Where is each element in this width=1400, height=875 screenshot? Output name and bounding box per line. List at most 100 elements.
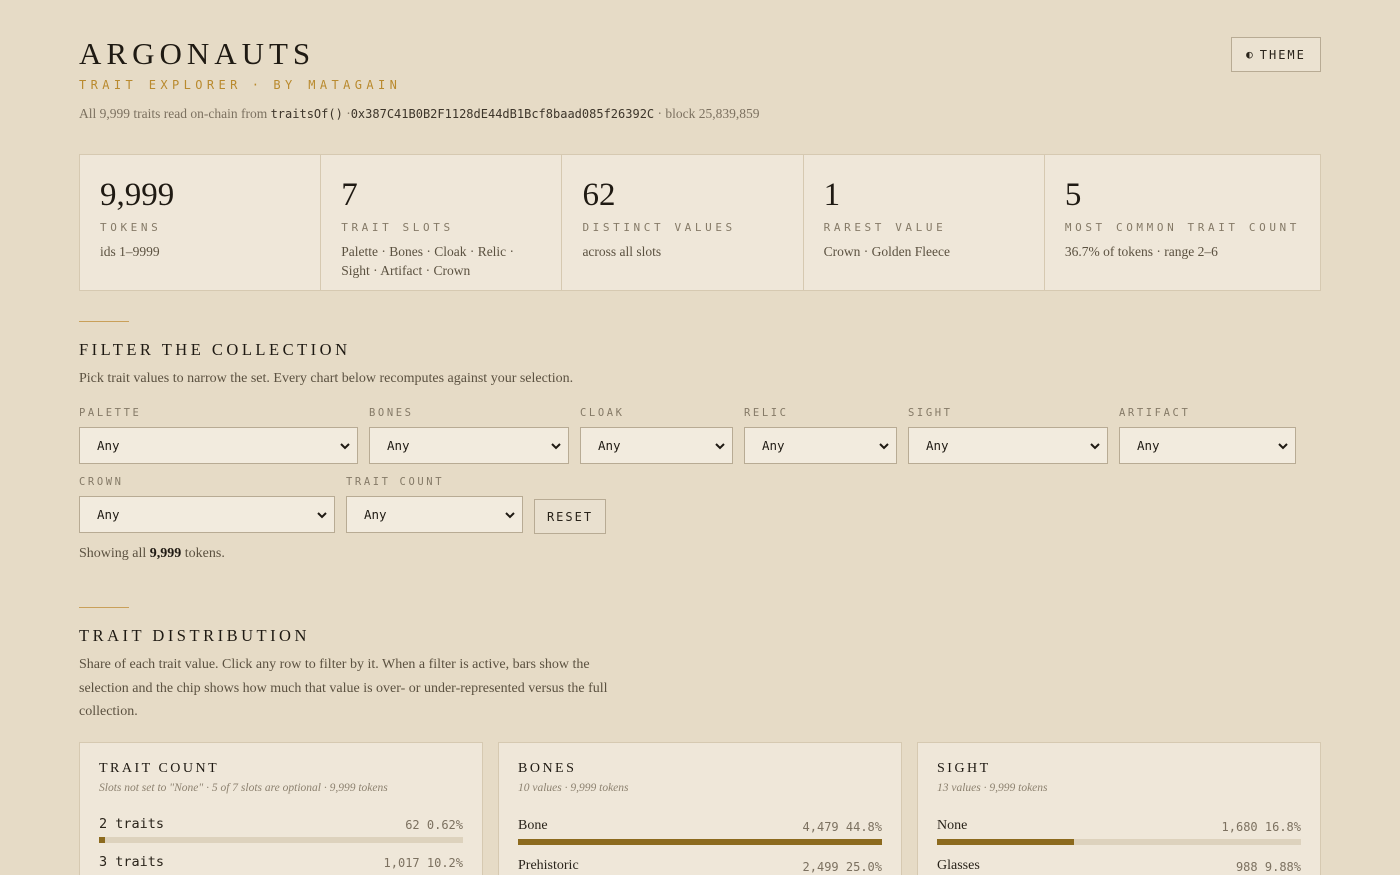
stat-value: 62	[582, 177, 616, 213]
stat-desc: Palette · Bones · Cloak · Relic · Sight …	[341, 244, 515, 278]
chevron-down-icon	[317, 512, 327, 519]
card-title: TRAIT COUNT	[99, 761, 220, 776]
filter-label-crown: CROWN	[79, 476, 124, 488]
select-value: Any	[97, 438, 120, 453]
bar-track	[99, 837, 463, 843]
showing-prefix: Showing all	[79, 546, 147, 561]
row-count: 988	[1235, 860, 1258, 874]
distribution-row[interactable]: 2 traits 62 0.62%	[99, 816, 463, 843]
filter-section-title: FILTER THE COLLECTION	[79, 340, 351, 359]
provenance-line: All 9,999 traits read on-chain from trai…	[79, 106, 760, 122]
filter-label-artifact: ARTIFACT	[1119, 407, 1191, 419]
row-value: 2,499 25.0%	[803, 860, 882, 874]
card-subtitle: Slots not set to "None" · 5 of 7 slots a…	[99, 782, 388, 794]
provenance-prefix: All 9,999 traits read on-chain from	[79, 106, 268, 121]
stat-desc: 36.7% of tokens · range 2–6	[1064, 244, 1218, 259]
provenance-block: · block 25,839,859	[657, 106, 760, 121]
bar-track	[518, 839, 882, 845]
bones-card: BONES 10 values · 9,999 tokens Bone 4,47…	[498, 742, 902, 875]
contract-address[interactable]: 0x387C41B0B2F1128dE44dB1Bcf8baad085f2639…	[351, 107, 654, 121]
stat-desc: Crown · Golden Fleece	[823, 244, 950, 259]
distribution-row[interactable]: 3 traits 1,017 10.2%	[99, 854, 463, 870]
chevron-down-icon	[340, 443, 350, 450]
stat-label: DISTINCT VALUES	[582, 221, 736, 234]
cloak-select[interactable]: Any	[580, 427, 733, 464]
section-divider	[79, 607, 129, 608]
filter-label-palette: PALETTE	[79, 407, 142, 419]
reset-button[interactable]: RESET	[534, 499, 606, 534]
filter-label-cloak: CLOAK	[580, 407, 625, 419]
select-value: Any	[926, 438, 949, 453]
row-count: 62	[405, 818, 420, 832]
theme-button-label: THEME	[1259, 47, 1306, 62]
showing-count: 9,999	[149, 546, 182, 561]
row-value: 62 0.62%	[405, 818, 463, 832]
chevron-down-icon	[505, 512, 515, 519]
chevron-down-icon	[1090, 443, 1100, 450]
stat-value: 1	[823, 177, 841, 213]
row-count: 1,017	[383, 856, 420, 870]
card-title: BONES	[518, 761, 577, 776]
contrast-icon: ◐	[1246, 48, 1253, 61]
bar-fill	[99, 837, 105, 843]
artifact-select[interactable]: Any	[1119, 427, 1296, 464]
bar-fill	[937, 839, 1074, 845]
sight-select[interactable]: Any	[908, 427, 1108, 464]
subtitle-author: BY MATAGAIN	[273, 78, 402, 92]
distribution-section-title: TRAIT DISTRIBUTION	[79, 626, 310, 645]
filter-label-relic: RELIC	[744, 407, 789, 419]
select-value: Any	[387, 438, 410, 453]
stat-common-trait-count: 5 MOST COMMON TRAIT COUNT 36.7% of token…	[1045, 155, 1320, 290]
row-value: 1,680 16.8%	[1222, 820, 1301, 834]
trait-count-select[interactable]: Any	[346, 496, 523, 533]
row-count: 1,680	[1221, 820, 1258, 834]
stat-desc: across all slots	[582, 244, 662, 259]
chevron-down-icon	[1278, 443, 1288, 450]
distribution-row[interactable]: None 1,680 16.8%	[937, 818, 1301, 845]
filter-section-desc: Pick trait values to narrow the set. Eve…	[79, 371, 574, 386]
sight-card: SIGHT 13 values · 9,999 tokens None 1,68…	[917, 742, 1321, 875]
stat-distinct-values: 62 DISTINCT VALUES across all slots	[562, 155, 804, 290]
chevron-down-icon	[551, 443, 561, 450]
stat-value: 5	[1064, 177, 1082, 213]
stat-label: TRAIT SLOTS	[341, 221, 454, 234]
card-title: SIGHT	[937, 761, 991, 776]
select-value: Any	[762, 438, 785, 453]
distribution-row[interactable]: Glasses 988 9.88%	[937, 858, 1301, 874]
row-value: 1,017 10.2%	[384, 856, 463, 870]
provenance-function: traitsOf()	[270, 107, 343, 121]
stat-value: 7	[341, 177, 358, 213]
distribution-section-desc: Share of each trait value. Click any row…	[79, 657, 608, 719]
theme-toggle-button[interactable]: ◐ THEME	[1231, 37, 1321, 72]
row-percent: 44.8%	[845, 820, 882, 834]
stats-panel: 9,999 TOKENS ids 1–9999 7 TRAIT SLOTS Pa…	[79, 154, 1321, 291]
page-subtitle: TRAIT EXPLORER · BY MATAGAIN	[79, 78, 401, 92]
section-divider	[79, 321, 129, 322]
distribution-row[interactable]: Bone 4,479 44.8%	[518, 818, 882, 845]
relic-select[interactable]: Any	[744, 427, 897, 464]
card-subtitle: 10 values · 9,999 tokens	[518, 782, 629, 794]
subtitle-separator: ·	[251, 78, 264, 92]
filter-label-sight: SIGHT	[908, 407, 953, 419]
bones-select[interactable]: Any	[369, 427, 569, 464]
subtitle-explorer: TRAIT EXPLORER	[79, 78, 242, 92]
select-value: Any	[598, 438, 621, 453]
trait-count-card: TRAIT COUNT Slots not set to "None" · 5 …	[79, 742, 483, 875]
row-value: 988 9.88%	[1236, 860, 1301, 874]
page-title: ARGONAUTS	[79, 36, 316, 71]
row-percent: 0.62%	[426, 818, 463, 832]
bar-track	[937, 839, 1301, 845]
filter-label-trait-count: TRAIT COUNT	[346, 476, 445, 488]
stat-label: MOST COMMON TRAIT COUNT	[1064, 221, 1300, 234]
filter-label-bones: BONES	[369, 407, 414, 419]
stat-trait-slots: 7 TRAIT SLOTS Palette · Bones · Cloak · …	[321, 155, 563, 290]
crown-select[interactable]: Any	[79, 496, 335, 533]
stat-desc: ids 1–9999	[100, 244, 160, 259]
palette-select[interactable]: Any	[79, 427, 358, 464]
select-value: Any	[1137, 438, 1160, 453]
stat-rarest-value: 1 RAREST VALUE Crown · Golden Fleece	[804, 155, 1045, 290]
card-subtitle: 13 values · 9,999 tokens	[937, 782, 1048, 794]
row-percent: 9.88%	[1264, 860, 1301, 874]
showing-suffix: tokens.	[184, 546, 225, 561]
distribution-row[interactable]: Prehistoric 2,499 25.0%	[518, 858, 882, 874]
